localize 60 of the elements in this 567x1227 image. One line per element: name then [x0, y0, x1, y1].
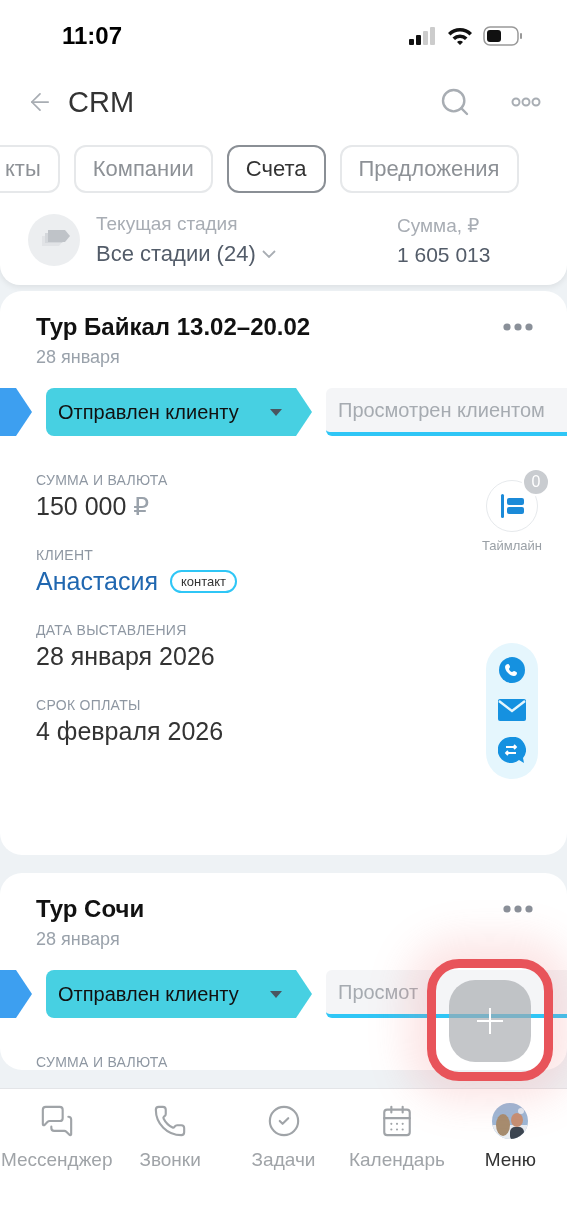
add-button[interactable]	[449, 980, 531, 1062]
nav-item[interactable]: Мессенджер	[0, 1101, 114, 1177]
previous-stage[interactable]	[0, 388, 32, 436]
tab[interactable]: Компании	[73, 145, 213, 193]
field-label: КЛИЕНТ	[36, 547, 95, 563]
nav-item[interactable]: Календарь	[340, 1101, 454, 1177]
field-value: 150 000 ₽	[36, 492, 151, 521]
email-button[interactable]	[498, 699, 526, 721]
next-stage[interactable]: Просмотрен клиентом	[326, 388, 567, 436]
chat-icon	[39, 1104, 74, 1138]
checkmark-icon	[266, 1104, 301, 1138]
caret-icon	[270, 990, 282, 998]
stage-label: Текущая стадия	[96, 213, 239, 235]
more-icon[interactable]	[503, 322, 533, 332]
chat-icon	[498, 737, 526, 765]
field-label: СУММА И ВАЛЮТА	[36, 472, 169, 488]
phone-icon	[153, 1104, 188, 1138]
tab[interactable]: Предложения	[339, 145, 519, 193]
nav-item[interactable]: Меню	[453, 1101, 567, 1177]
status-time: 11:07	[62, 22, 123, 50]
timeline-icon	[498, 492, 526, 520]
card-title: Тур Байкал 13.02–20.02	[36, 313, 311, 341]
contact-tag: контакт	[169, 570, 238, 593]
chevron-down-icon	[261, 250, 276, 258]
mail-icon	[498, 699, 526, 721]
field-label: СРОК ОПЛАТЫ	[36, 697, 142, 713]
card-date: 28 января	[35, 346, 121, 368]
sum-value: 1 605 013	[397, 242, 492, 267]
field-label: СУММА И ВАЛЮТА	[36, 1054, 169, 1070]
card-date: 28 января	[35, 928, 121, 950]
page-title: CRM	[68, 85, 136, 119]
plus-icon	[477, 1008, 503, 1034]
field-label: ДАТА ВЫСТАВЛЕНИЯ	[36, 622, 188, 638]
sum-label: Сумма, ₽	[397, 213, 481, 237]
more-icon[interactable]	[503, 904, 533, 914]
stage-selector[interactable]: Отправлен клиенту	[46, 970, 312, 1018]
message-button[interactable]	[498, 737, 526, 765]
stage-filter[interactable]: Все стадии (24)	[96, 241, 381, 267]
tab[interactable]: кты	[0, 145, 60, 193]
deal-card[interactable]: Тур Сочи 28 января Отправлен клиенту Просмот СУММА И ВАЛЮТА	[0, 873, 567, 1070]
more-button[interactable]	[511, 97, 541, 107]
field-value: 28 января 2026	[36, 642, 216, 671]
caret-icon	[270, 408, 282, 416]
stage-selector[interactable]: Отправлен клиенту	[46, 388, 312, 436]
wifi-icon	[447, 27, 473, 45]
phone-icon	[499, 657, 525, 683]
stages-icon	[28, 214, 80, 266]
card-title: Тур Сочи	[36, 895, 145, 923]
timeline-label: Таймлайн	[481, 538, 542, 553]
search-button[interactable]	[439, 86, 471, 118]
nav-item[interactable]: Звонки	[113, 1101, 227, 1177]
nav-item[interactable]: Задачи	[226, 1101, 341, 1177]
tab[interactable]: Счета	[226, 145, 326, 193]
battery-icon	[483, 26, 523, 46]
previous-stage[interactable]	[0, 970, 32, 1018]
next-stage[interactable]: Просмот	[326, 970, 567, 1018]
client-link[interactable]: Анастасия	[36, 567, 158, 596]
signal-icon	[409, 27, 437, 45]
call-button[interactable]	[499, 657, 525, 683]
field-value: 4 февраля 2026	[36, 717, 225, 746]
